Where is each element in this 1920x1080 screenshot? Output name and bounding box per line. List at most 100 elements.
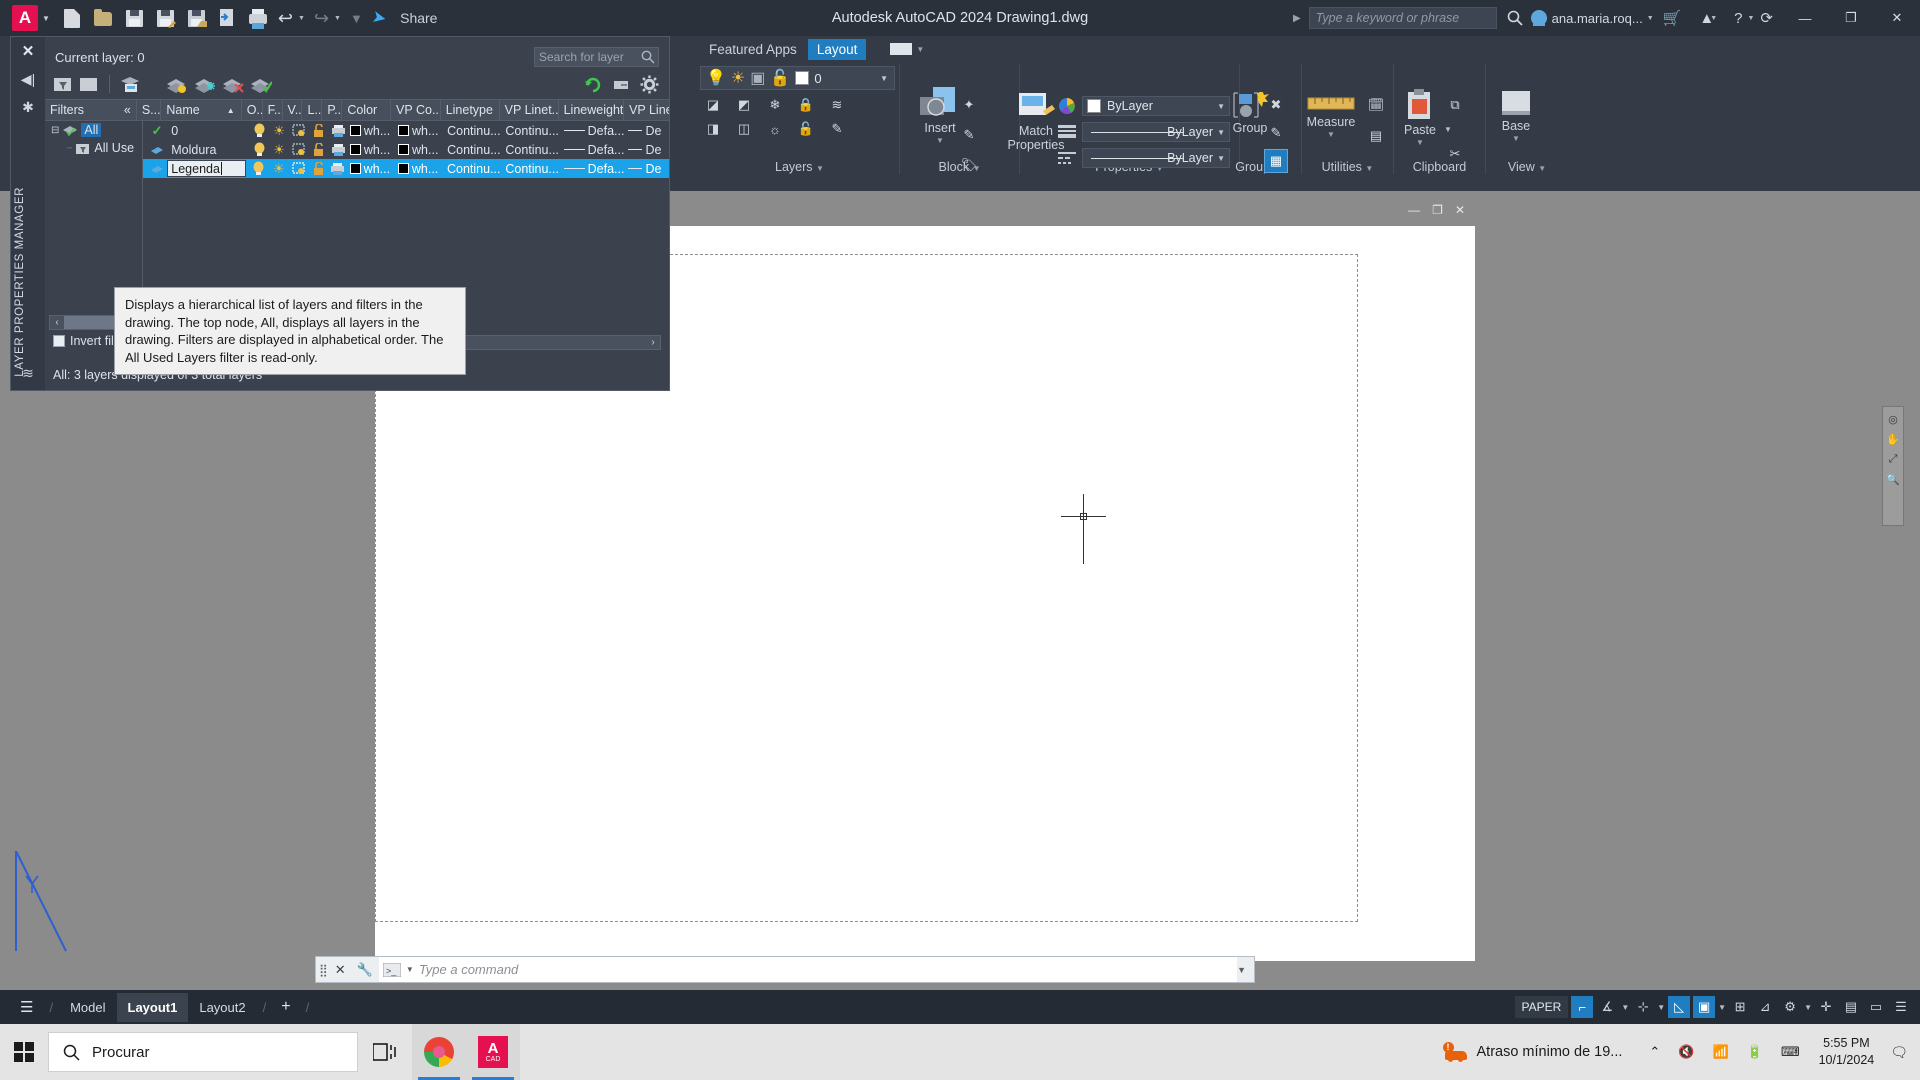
help-search-input[interactable]: Type a keyword or phrase [1308,7,1497,29]
tray-expand-chevron-up-icon[interactable]: ⌃ [1640,1044,1669,1060]
layer-off-icon[interactable]: ◩ [733,94,755,116]
avatar[interactable] [1530,10,1547,26]
autoscale-icon[interactable]: ⊿ [1754,996,1776,1018]
refresh-icon[interactable] [584,76,603,94]
column-lineweight[interactable]: Lineweight [559,100,625,120]
help-icon[interactable]: ? [1734,10,1742,27]
insert-chevron-down-icon[interactable]: ▼ [936,136,944,145]
layer-dropdown-chevron-down-icon[interactable]: ▼ [880,74,888,83]
column-plot[interactable]: P... [322,100,343,120]
drawing-restore-icon[interactable]: ❐ [1432,203,1443,217]
palette-autohide-icon[interactable]: ◀| [11,71,45,88]
layer-merge-icon[interactable]: ≋ [826,94,848,116]
row-freeze-icon[interactable]: ☀ [267,123,287,139]
invert-filter-check[interactable] [53,335,65,347]
cart-icon[interactable]: 🛒 [1663,9,1682,27]
object-snap-icon[interactable]: ⊹ [1632,996,1654,1018]
workspace-gear-icon[interactable]: ⚙ [1779,996,1801,1018]
column-name[interactable]: Name ▲ [161,100,242,120]
battery-icon[interactable]: 🔋 [1738,1044,1772,1060]
command-history-chevron-down-icon[interactable]: ▼ [406,965,414,974]
nav-zoom-icon[interactable]: 🔍 [1886,473,1900,486]
close-button[interactable]: ✕ [1874,0,1920,36]
new-file-icon[interactable] [61,7,83,29]
measure-chevron-down-icon[interactable]: ▼ [1327,130,1335,139]
refresh-icon[interactable]: ⟳ [1760,9,1773,27]
layer-freeze-icon[interactable]: ☀ [731,68,745,88]
layer-search-icon[interactable] [641,50,655,64]
help-chevron-down-icon[interactable]: ▼ [1747,15,1754,22]
paper-space-toggle[interactable]: PAPER [1514,996,1569,1018]
command-line-settings-icon[interactable]: 🔧 [351,962,379,978]
traffic-notification[interactable]: ! Atraso mínimo de 19... [1442,1042,1622,1062]
row-vp-color-swatch[interactable] [398,125,410,136]
start-button[interactable] [0,1042,48,1062]
chrome-taskbar-icon[interactable] [412,1024,466,1080]
nav-pan-icon[interactable]: ✋ [1886,433,1900,446]
tree-expand-icon[interactable]: ⊟ [51,125,59,136]
workspace-chevron-down-icon[interactable]: ▼ [1804,1003,1812,1012]
row-vp-linetype-2[interactable]: Continu... [501,162,559,176]
lineweight-icon[interactable] [1058,125,1076,139]
layout-menu-icon[interactable]: ☰ [10,998,43,1016]
navigation-bar[interactable]: ◎ ✋ ⤢ 🔍 [1882,406,1904,526]
tree-node-all-used[interactable]: ┈ All Use [45,139,142,157]
group-selection-toggle-icon[interactable]: ▦ [1264,149,1288,173]
user-name-label[interactable]: ana.maria.roq... [1552,11,1643,26]
print-icon[interactable] [247,7,269,29]
isolate-objects-icon[interactable]: ▤ [1840,996,1862,1018]
new-layer-icon[interactable] [166,75,188,93]
tree-node-all[interactable]: ⊟ All [45,121,142,139]
drawing-close-icon[interactable]: ✕ [1455,203,1465,217]
column-freeze[interactable]: F... [263,100,283,120]
row-vpfreeze-icon[interactable] [287,143,307,156]
column-vpfreeze[interactable]: V... [283,100,303,120]
paste-button[interactable]: Paste ▼ [1392,88,1448,147]
group-edit-icon[interactable]: ✎ [1265,122,1287,144]
ortho-icon[interactable]: ⌐ [1571,996,1594,1018]
column-on[interactable]: O.. [242,100,263,120]
redo-icon[interactable]: ↪ [314,9,329,27]
command-expand-chevron-down-icon[interactable]: ▼ [1237,965,1246,975]
share-icon[interactable]: ➤ [370,7,388,30]
autodesk-logo-icon[interactable]: A [12,5,38,31]
edit-block-icon[interactable]: ✎ [958,124,980,146]
open-folder-icon[interactable] [92,7,114,29]
row-vp-color-swatch[interactable] [397,163,409,174]
customization-icon[interactable]: ☰ [1890,996,1912,1018]
layer-search-input[interactable]: Search for layer [534,47,659,67]
viewport-lock-icon[interactable]: ▣ [1693,996,1716,1018]
filters-scroll-thumb[interactable] [64,316,119,329]
ribbon-options-chevron-down-icon[interactable]: ▼ [916,45,924,54]
clock[interactable]: 5:55 PM 10/1/2024 [1809,1035,1885,1069]
paste-chevron-down-icon[interactable]: ▼ [1416,138,1424,147]
settings-gear-icon[interactable] [640,75,659,94]
wifi-icon[interactable]: 📶 [1703,1044,1737,1060]
layer-freeze-tool-icon[interactable]: ❄ [764,94,786,116]
customize-qat-icon[interactable]: ▼ [350,12,363,25]
volume-muted-icon[interactable]: 🔇 [1669,1044,1703,1060]
row-vp-linetype-1[interactable]: Continu... [501,143,559,157]
taskbar-search-input[interactable]: Procurar [48,1032,358,1072]
layer-unlock-icon[interactable]: 🔓 [770,68,790,88]
row-freeze-icon[interactable]: ☀ [267,142,287,158]
tab-layout2[interactable]: Layout2 [188,993,256,1022]
app-menu-chevron-down-icon[interactable]: ▼ [42,14,50,23]
layer-vpfreeze-icon[interactable]: ▣ [750,68,765,88]
polar-tracking-icon[interactable]: ∡ [1596,996,1618,1018]
command-line[interactable]: ⣿ ✕ 🔧 >_ ▼ Type a command ▼ [315,956,1255,983]
cut-clip-icon[interactable]: ✂ [1444,143,1466,165]
tab-layout1[interactable]: Layout1 [116,992,189,1022]
row-plot-icon[interactable] [326,124,346,137]
copy-chevron-down-icon[interactable]: ▼ [1444,125,1466,134]
clean-screen-icon[interactable]: ▭ [1865,996,1887,1018]
sort-ascending-icon[interactable]: ▲ [227,100,235,120]
user-chevron-down-icon[interactable]: ▼ [1647,15,1654,22]
color-wheel-icon[interactable] [1058,97,1076,115]
autocad-taskbar-icon[interactable]: A CAD [466,1024,520,1080]
row-on-icon[interactable] [246,161,267,176]
color-dropdown[interactable]: ByLayer ▼ [1082,96,1230,116]
linetype-dropdown[interactable]: ByLayer ▼ [1082,148,1230,168]
search-expand-icon[interactable]: ▶ [1293,13,1301,24]
layer-previous-icon[interactable]: ◫ [733,118,755,140]
